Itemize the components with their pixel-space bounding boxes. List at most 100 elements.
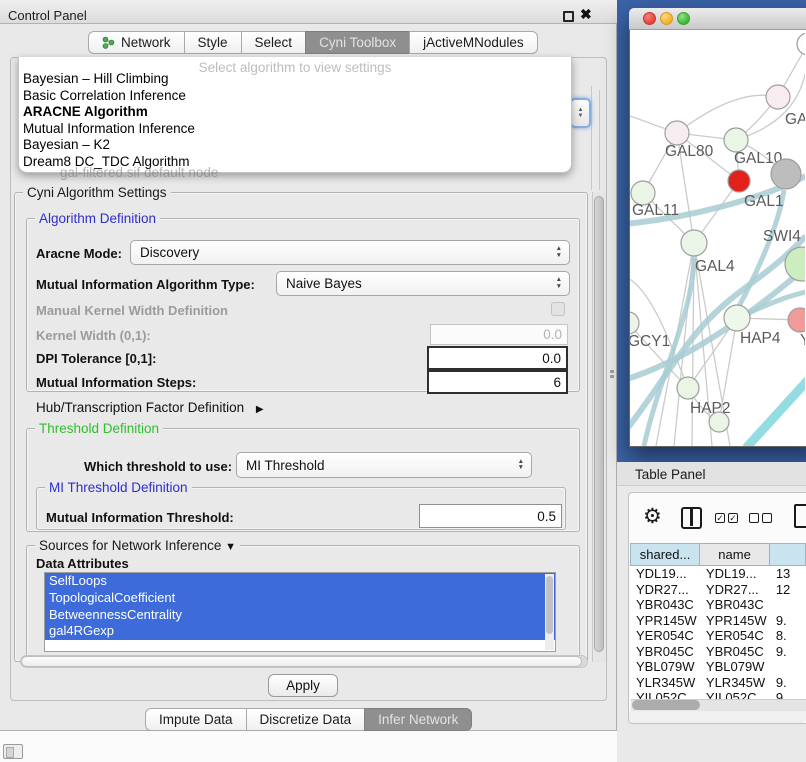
table-row[interactable]: YER054CYER054C8.: [630, 628, 806, 644]
minimize-window-icon[interactable]: [660, 12, 673, 25]
settings-scrollbar-thumb[interactable]: [594, 196, 604, 652]
column-header-name[interactable]: name: [700, 543, 770, 566]
gear-icon[interactable]: ⚙: [643, 504, 662, 529]
table-hscrollbar-thumb[interactable]: [632, 700, 700, 710]
network-node[interactable]: [681, 230, 707, 256]
columns-icon[interactable]: [681, 507, 702, 529]
tab-select[interactable]: Select: [241, 31, 306, 54]
attribute-list-item[interactable]: TopologicalCoefficient: [45, 590, 555, 607]
tab-network[interactable]: Network: [88, 31, 184, 54]
sources-group-title[interactable]: Sources for Network Inference ▼: [35, 538, 240, 553]
minimized-panel-icon[interactable]: [3, 744, 23, 759]
mi-algorithm-type-combo[interactable]: Naive Bayes ▲▼: [276, 271, 570, 296]
network-node-label: GAL4: [695, 258, 735, 275]
table-cell: YPR145W: [700, 613, 770, 629]
table-cell: YER054C: [700, 628, 770, 644]
table-cell: 9.: [770, 644, 806, 660]
data-attributes-label: Data Attributes: [36, 556, 129, 571]
dropdown-item[interactable]: Bayesian – K2: [19, 137, 571, 154]
close-window-icon[interactable]: [643, 12, 656, 25]
column-header-third[interactable]: [770, 543, 806, 566]
mi-steps-field[interactable]: 6: [427, 370, 568, 394]
aracne-mode-combo[interactable]: Discovery ▲▼: [130, 240, 570, 265]
network-edge-highlighted[interactable]: [630, 274, 798, 380]
network-node[interactable]: [677, 377, 699, 399]
network-node[interactable]: [724, 305, 750, 331]
apply-button[interactable]: Apply: [268, 674, 338, 697]
mi-threshold-group-title: MI Threshold Definition: [45, 480, 192, 495]
network-canvas[interactable]: GALGAL80GAL10GAL1GAL11SWI4GAL4GCY1HAP4YH…: [630, 30, 805, 446]
dropdown-placeholder: Select algorithm to view settings: [19, 57, 571, 71]
table-row[interactable]: YPR145WYPR145W9.: [630, 613, 806, 629]
attribute-list-item[interactable]: gal4RGexp: [45, 623, 555, 640]
dropdown-items: Bayesian – Hill ClimbingBasic Correlatio…: [19, 71, 571, 170]
network-node[interactable]: [709, 412, 729, 432]
network-node-label: HAP4: [740, 330, 781, 347]
float-window-icon[interactable]: [563, 11, 574, 22]
attributes-scrollbar-thumb[interactable]: [546, 576, 553, 634]
attribute-list-item[interactable]: BetweennessCentrality: [45, 607, 555, 624]
data-attributes-list[interactable]: SelfLoopsTopologicalCoefficientBetweenne…: [44, 572, 556, 652]
tab-jactivemnodules[interactable]: jActiveMNodules: [409, 31, 538, 54]
table-cell: YLR345W: [700, 675, 770, 691]
attribute-list-item[interactable]: SelfLoops: [45, 573, 555, 590]
settings-hscrollbar-thumb[interactable]: [21, 656, 582, 667]
network-node-label: GAL80: [665, 143, 714, 160]
network-graph: GALGAL80GAL10GAL1GAL11SWI4GAL4GCY1HAP4YH…: [630, 30, 805, 446]
tab-cyni-toolbox[interactable]: Cyni Toolbox: [305, 31, 409, 54]
select-all-checkboxes-icon[interactable]: ✓✓: [715, 513, 738, 523]
network-node[interactable]: [771, 159, 801, 189]
table-row[interactable]: YLR345WYLR345W9.: [630, 675, 806, 691]
network-node-label: GAL1: [744, 193, 784, 210]
dropdown-item[interactable]: Basic Correlation Inference: [19, 88, 571, 105]
table-cell: YBL079W: [700, 659, 770, 675]
dropdown-item[interactable]: ARACNE Algorithm: [19, 104, 571, 121]
kernel-width-label: Kernel Width (0,1):: [36, 328, 151, 343]
network-node[interactable]: [665, 121, 689, 145]
network-node[interactable]: [728, 170, 750, 192]
algorithm-combo-spinner[interactable]: ▲▼: [570, 98, 591, 128]
tab-style[interactable]: Style: [184, 31, 241, 54]
document-icon[interactable]: [794, 504, 806, 528]
tab-discretize-data[interactable]: Discretize Data: [246, 708, 365, 731]
deselect-all-checkboxes-icon[interactable]: [749, 513, 772, 523]
table-row[interactable]: YDR27...YDR27...12: [630, 582, 806, 598]
mi-threshold-field[interactable]: 0.5: [419, 504, 562, 528]
table-row[interactable]: YBL079WYBL079W: [630, 659, 806, 675]
table-row[interactable]: YBR045CYBR045C9.: [630, 644, 806, 660]
combo-spinner-icon: ▲▼: [556, 241, 562, 264]
mi-threshold-label: Mutual Information Threshold:: [46, 510, 234, 525]
table-row[interactable]: YBR043CYBR043C: [630, 597, 806, 613]
network-node[interactable]: [797, 33, 805, 55]
zoom-window-icon[interactable]: [677, 12, 690, 25]
table-row[interactable]: YIL052CYIL052C9: [630, 690, 806, 699]
table-cell: 9.: [770, 675, 806, 691]
close-panel-icon[interactable]: ✖: [580, 6, 592, 23]
which-threshold-combo[interactable]: MI Threshold ▲▼: [236, 452, 532, 478]
network-edge-highlighted[interactable]: [746, 380, 805, 446]
network-node[interactable]: [788, 308, 805, 332]
table-cell: YLR345W: [630, 675, 700, 691]
control-panel-title: Control Panel: [8, 8, 87, 23]
column-header-shared[interactable]: shared...: [630, 543, 700, 566]
tab-impute-data[interactable]: Impute Data: [145, 708, 246, 731]
mi-steps-label: Mutual Information Steps:: [36, 375, 196, 390]
kernel-width-field[interactable]: 0.0: [430, 324, 568, 345]
hub-definition-toggle[interactable]: Hub/Transcription Factor Definition ▶: [36, 400, 264, 415]
table-cell: YIL052C: [700, 690, 770, 699]
dropdown-item[interactable]: Mutual Information Inference: [19, 121, 571, 138]
control-panel-titlebar: [0, 0, 617, 24]
network-node[interactable]: [766, 85, 790, 109]
network-node[interactable]: [724, 128, 748, 152]
tab-infer-network[interactable]: Infer Network: [364, 708, 472, 731]
splitter-grip[interactable]: [609, 368, 615, 380]
algorithm-definition-title: Algorithm Definition: [35, 211, 160, 226]
which-threshold-label: Which threshold to use:: [84, 459, 232, 474]
table-cell: 8.: [770, 628, 806, 644]
manual-kernel-checkbox[interactable]: [551, 302, 565, 316]
hidden-groupbox-edge: [591, 86, 592, 190]
table-row[interactable]: YDL19...YDL19...13: [630, 566, 806, 582]
dpi-tolerance-field[interactable]: 0.0: [427, 346, 568, 370]
network-node-label: GAL: [785, 111, 805, 128]
network-node[interactable]: [630, 312, 639, 334]
